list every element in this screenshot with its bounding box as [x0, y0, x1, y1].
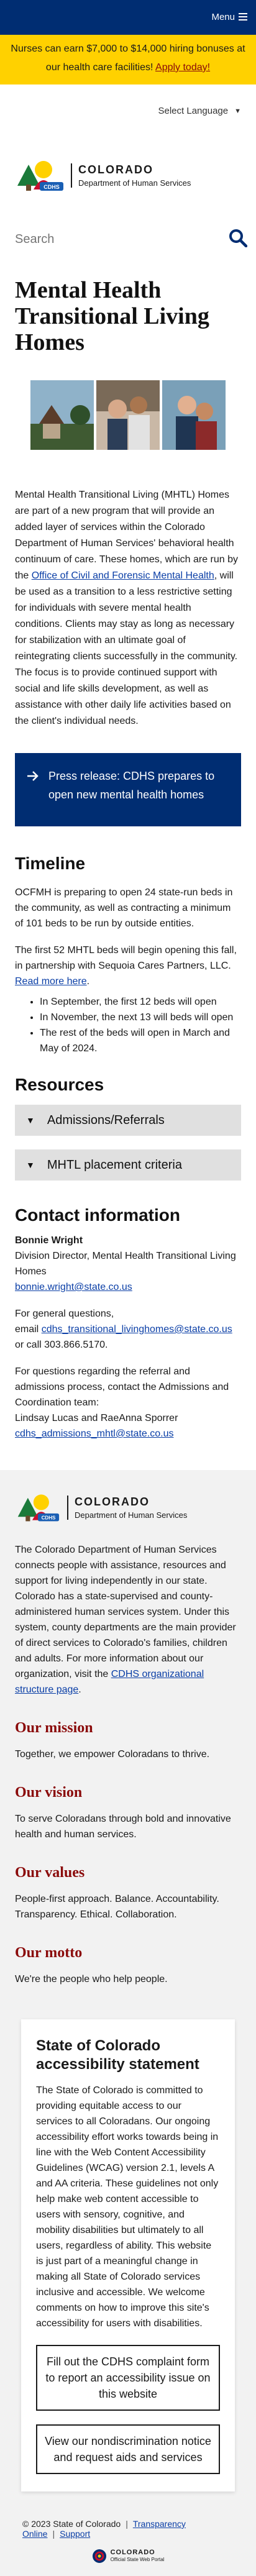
- logo-line2: Department of Human Services: [78, 178, 191, 188]
- general-prefix: email: [15, 1324, 42, 1335]
- timeline-heading: Timeline: [15, 854, 86, 873]
- chevron-down-icon: ▼: [26, 1115, 35, 1125]
- intro-paragraph: Mental Health Transitional Living (MHTL)…: [15, 487, 241, 729]
- footer-logo[interactable]: CDHS COLORADO Department of Human Servic…: [15, 1491, 241, 1523]
- hiring-banner: Nurses can earn $7,000 to $14,000 hiring…: [0, 35, 256, 84]
- vision-heading: Our vision: [15, 1784, 83, 1801]
- accordion-label: MHTL placement criteria: [47, 1158, 182, 1172]
- divider: |: [52, 2529, 55, 2539]
- intro-text-2: , will be used as a transition to a less…: [15, 570, 238, 726]
- intro-text-1: Mental Health Transitional Living (MHTL)…: [15, 490, 238, 581]
- logo-badge: CDHS: [43, 184, 60, 190]
- list-item: The rest of the beds will open in March …: [40, 1025, 241, 1056]
- timeline-p2-period: .: [86, 976, 90, 987]
- accordion-admissions[interactable]: ▼ Admissions/Referrals: [15, 1105, 241, 1136]
- search-input[interactable]: [15, 232, 176, 247]
- press-release-label: Press release: CDHS prepares to open new…: [48, 770, 215, 801]
- language-selector[interactable]: Select Language ▼: [0, 84, 256, 138]
- cdhs-logo-icon: CDHS: [15, 157, 65, 193]
- legal-links: © 2023 State of Colorado | Transparency On…: [15, 2492, 241, 2539]
- mission-heading: Our mission: [15, 1720, 93, 1736]
- timeline-paragraph-1: OCFMH is preparing to open 24 state-run …: [15, 887, 233, 929]
- copyright-text: © 2023 State of Colorado: [22, 2519, 121, 2529]
- portal-wordmark: COLORADO Official State Web Portal: [111, 2549, 165, 2563]
- logo-line1: COLORADO: [75, 1495, 150, 1508]
- referral-text: For questions regarding the referral and…: [15, 1366, 229, 1408]
- contact-name: Bonnie Wright: [15, 1235, 83, 1246]
- motto-heading: Our motto: [15, 1945, 83, 1961]
- referral-email-link[interactable]: cdhs_admissions_mhtl@state.co.us: [15, 1428, 173, 1439]
- accordion-label: Admissions/Referrals: [47, 1113, 165, 1127]
- homes-photo: [30, 380, 94, 450]
- colorado-c-icon: [92, 2549, 106, 2563]
- logo-line1: COLORADO: [78, 163, 153, 176]
- complaint-form-button[interactable]: Fill out the CDHS complaint form to repo…: [36, 2345, 220, 2411]
- footer-spacer: [0, 1441, 256, 1470]
- list-item: In November, the next 13 will beds will …: [40, 1010, 241, 1025]
- vision-text: To serve Coloradans through bold and inn…: [15, 1814, 231, 1840]
- timeline-list: In September, the first 12 beds will ope…: [40, 994, 241, 1056]
- general-intro: For general questions,: [15, 1309, 114, 1319]
- values-text: People-first approach. Balance. Accounta…: [15, 1894, 219, 1920]
- top-bar: Menu: [0, 0, 256, 35]
- about-period: .: [78, 1684, 81, 1695]
- language-label: Select Language: [158, 106, 229, 116]
- cdhs-logo-icon: CDHS: [15, 1491, 61, 1523]
- menu-button[interactable]: Menu: [211, 11, 247, 22]
- logo-wordmark: COLORADO Department of Human Services: [67, 1495, 188, 1520]
- page-title: Mental Health Transitional Living Homes: [15, 277, 209, 355]
- logo-line2: Department of Human Services: [75, 1510, 188, 1520]
- general-suffix: or call 303.866.5170.: [15, 1340, 108, 1350]
- resources-heading: Resources: [15, 1075, 104, 1094]
- accordion-placement-criteria[interactable]: ▼ MHTL placement criteria: [15, 1149, 241, 1181]
- support-photo: [162, 380, 226, 450]
- mission-text: Together, we empower Coloradans to thriv…: [15, 1749, 210, 1760]
- banner-apply-link[interactable]: Apply today!: [155, 62, 210, 73]
- site-logo[interactable]: CDHS COLORADO Department of Human Servic…: [0, 138, 256, 212]
- press-release-button[interactable]: Press release: CDHS prepares to open new…: [15, 753, 241, 826]
- logo-badge: CDHS: [42, 1515, 56, 1521]
- ocfmh-link[interactable]: Office of Civil and Forensic Mental Heal…: [32, 570, 214, 581]
- hamburger-icon: [239, 11, 247, 22]
- general-questions: email cdhs_transitional_livinghomes@stat…: [15, 1322, 241, 1353]
- divider: |: [126, 2519, 128, 2529]
- contact-email-link[interactable]: bonnie.wright@state.co.us: [15, 1282, 132, 1292]
- accessibility-heading: State of Colorado accessibility statemen…: [36, 2037, 199, 2073]
- motto-text: We're the people who help people.: [15, 1974, 168, 1985]
- people-photo: [96, 380, 160, 450]
- accessibility-statement: State of Colorado accessibility statemen…: [21, 2019, 235, 2492]
- chevron-down-icon: ▼: [26, 1160, 35, 1170]
- search-bar: [0, 212, 256, 266]
- contact-heading: Contact information: [15, 1205, 180, 1225]
- list-item: In September, the first 12 beds will ope…: [40, 994, 241, 1010]
- search-icon[interactable]: [229, 229, 248, 250]
- accessibility-text: The State of Colorado is committed to pr…: [36, 2085, 219, 2329]
- read-more-link[interactable]: Read more here: [15, 976, 87, 987]
- arrow-right-icon: [27, 771, 39, 781]
- footer-about: The Colorado Department of Human Service…: [15, 1542, 241, 1697]
- site-footer: CDHS COLORADO Department of Human Servic…: [0, 1470, 256, 2576]
- caret-down-icon: ▼: [234, 107, 241, 115]
- timeline-paragraph-2: The first 52 MHTL beds will begin openin…: [15, 943, 241, 989]
- portal-name: COLORADO: [110, 2549, 155, 2556]
- state-portal-logo[interactable]: COLORADO Official State Web Portal: [15, 2539, 241, 2576]
- general-email-link[interactable]: cdhs_transitional_livinghomes@state.co.u…: [42, 1324, 232, 1335]
- referral-names: Lindsay Lucas and RaeAnna Sporrer: [15, 1413, 178, 1423]
- portal-tagline: Official State Web Portal: [110, 2557, 165, 2562]
- contact-block: Bonnie Wright Division Director, Mental …: [15, 1233, 241, 1441]
- values-heading: Our values: [15, 1865, 85, 1881]
- logo-wordmark: COLORADO Department of Human Services: [71, 163, 191, 188]
- timeline-p2-text: The first 52 MHTL beds will begin openin…: [15, 945, 237, 971]
- nondiscrimination-button[interactable]: View our nondiscrimination notice and re…: [36, 2424, 220, 2474]
- support-link[interactable]: Support: [60, 2529, 90, 2539]
- contact-title: Division Director, Mental Health Transit…: [15, 1251, 236, 1277]
- about-text: The Colorado Department of Human Service…: [15, 1545, 236, 1679]
- menu-label: Menu: [211, 11, 235, 22]
- main-content: Mental Health Transitional Living Homes …: [0, 277, 256, 1441]
- hero-image: [15, 380, 241, 450]
